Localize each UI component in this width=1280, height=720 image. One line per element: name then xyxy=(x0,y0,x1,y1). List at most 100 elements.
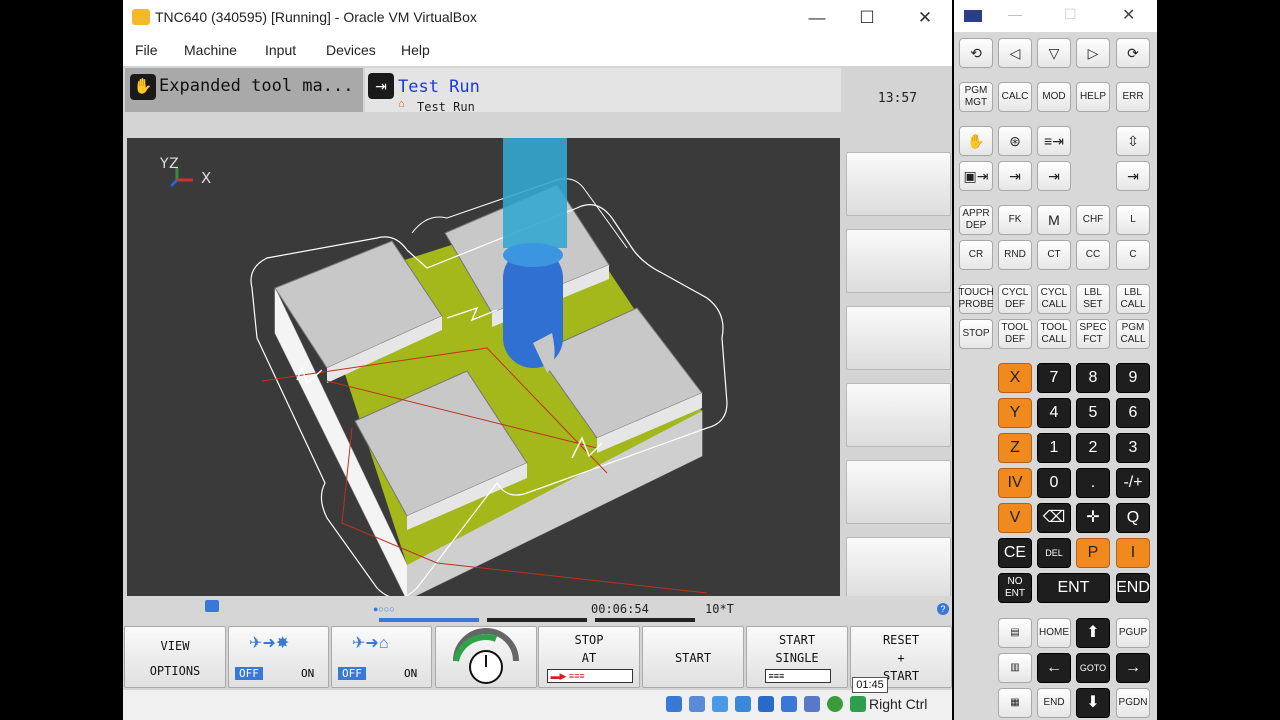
key-right[interactable]: ▷ xyxy=(1076,38,1110,68)
simulation-view[interactable]: Y Z X xyxy=(127,138,840,601)
display-icon[interactable] xyxy=(781,696,797,712)
key-pgm-mgt[interactable]: PGM MGT xyxy=(959,82,993,112)
mouse-integration-icon[interactable] xyxy=(850,696,866,712)
key-cycl-call[interactable]: CYCL CALL xyxy=(1037,284,1071,314)
key-axis-iv[interactable]: IV xyxy=(998,468,1032,498)
key-ce[interactable]: CE xyxy=(998,538,1032,568)
menu-help[interactable]: Help xyxy=(401,42,430,58)
key-up-arrow[interactable]: ⬆ xyxy=(1076,618,1110,648)
key-3[interactable]: 3 xyxy=(1116,433,1150,463)
key-screen-icon[interactable]: ▤ xyxy=(998,618,1032,648)
key-sign[interactable]: -/+ xyxy=(1116,468,1150,498)
key-stop[interactable]: STOP xyxy=(959,319,993,349)
key-ct[interactable]: CT xyxy=(1037,240,1071,270)
key-pgup[interactable]: PGUP xyxy=(1116,618,1150,648)
key-right-arrow[interactable]: → xyxy=(1116,653,1150,683)
key-programming-icon[interactable]: ⇳ xyxy=(1116,126,1150,156)
key-decimal[interactable]: . xyxy=(1076,468,1110,498)
key-spec-fct[interactable]: SPEC FCT xyxy=(1076,319,1110,349)
key-m[interactable]: M xyxy=(1037,205,1071,235)
softkey-start-single[interactable]: START SINGLE ≡≡≡ xyxy=(746,626,848,688)
key-q[interactable]: Q xyxy=(1116,503,1150,533)
key-axis-y[interactable]: Y xyxy=(998,398,1032,428)
softkey-tool-toggle[interactable]: ✈➜✸ OFF ON xyxy=(228,626,329,688)
menu-machine[interactable]: Machine xyxy=(184,42,237,58)
keypad-close-button[interactable]: ✕ xyxy=(1122,5,1135,25)
key-rotate-right[interactable]: ⟳ xyxy=(1116,38,1150,68)
network-icon[interactable] xyxy=(666,696,682,712)
key-cr[interactable]: CR xyxy=(959,240,993,270)
key-left[interactable]: ◁ xyxy=(998,38,1032,68)
help-icon[interactable]: ? xyxy=(937,603,949,615)
optical-drive-icon[interactable] xyxy=(689,696,705,712)
key-i[interactable]: I xyxy=(1116,538,1150,568)
key-down-arrow[interactable]: ⬇ xyxy=(1076,688,1110,718)
key-handwheel-icon[interactable]: ⊛ xyxy=(998,126,1032,156)
key-2[interactable]: 2 xyxy=(1076,433,1110,463)
cpu-icon[interactable] xyxy=(827,696,843,712)
edit-icon[interactable] xyxy=(712,696,728,712)
vertical-softkey-1[interactable] xyxy=(846,152,951,216)
vertical-softkey-4[interactable] xyxy=(846,383,951,447)
vertical-softkey-5[interactable] xyxy=(846,460,951,524)
minimize-button[interactable]: — xyxy=(803,6,831,30)
key-program-run-icon[interactable]: ⇥ xyxy=(1116,161,1150,191)
key-calc[interactable]: CALC xyxy=(998,82,1032,112)
key-goto[interactable]: GOTO xyxy=(1076,653,1110,683)
key-ent[interactable]: ENT xyxy=(1037,573,1110,603)
key-layout-icon[interactable]: ▦ xyxy=(998,688,1032,718)
key-axis-x[interactable]: X xyxy=(998,363,1032,393)
key-7[interactable]: 7 xyxy=(1037,363,1071,393)
key-rotate-left[interactable]: ⟲ xyxy=(959,38,993,68)
key-manual-icon[interactable]: ✋ xyxy=(959,126,993,156)
key-down[interactable]: ▽ xyxy=(1037,38,1071,68)
key-touch-probe[interactable]: TOUCH PROBE xyxy=(958,284,994,314)
machine-mode-tab[interactable]: ✋ Expanded tool ma... xyxy=(125,68,363,112)
key-home[interactable]: HOME xyxy=(1037,618,1071,648)
key-tool-def[interactable]: TOOL DEF xyxy=(998,319,1032,349)
key-mdi-icon[interactable]: ▣⇥ xyxy=(959,161,993,191)
key-test-run-icon[interactable]: ⇥ xyxy=(1037,161,1071,191)
close-button[interactable]: ✕ xyxy=(911,6,939,30)
key-4[interactable]: 4 xyxy=(1037,398,1071,428)
key-1[interactable]: 1 xyxy=(1037,433,1071,463)
menu-file[interactable]: File xyxy=(135,42,158,58)
key-split-screen-icon[interactable]: ▥ xyxy=(998,653,1032,683)
recording-icon[interactable] xyxy=(804,696,820,712)
backspace-icon[interactable]: ⌫ xyxy=(1037,503,1071,533)
key-5[interactable]: 5 xyxy=(1076,398,1110,428)
key-no-ent[interactable]: NO ENT xyxy=(998,573,1032,603)
key-l[interactable]: L xyxy=(1116,205,1150,235)
key-9[interactable]: 9 xyxy=(1116,363,1150,393)
program-mode-tab[interactable]: ⇥ Test Run ⌂ Test Run xyxy=(365,68,841,114)
vertical-softkey-2[interactable] xyxy=(846,229,951,293)
key-axis-v[interactable]: V xyxy=(998,503,1032,533)
key-lbl-call[interactable]: LBL CALL xyxy=(1116,284,1150,314)
key-end[interactable]: END xyxy=(1116,573,1150,603)
menu-input[interactable]: Input xyxy=(265,42,296,58)
key-chf[interactable]: CHF xyxy=(1076,205,1110,235)
key-appr-dep[interactable]: APPR DEP xyxy=(959,205,993,235)
softkey-view-options[interactable]: VIEW OPTIONS xyxy=(124,626,226,688)
key-fk[interactable]: FK xyxy=(998,205,1032,235)
key-c[interactable]: C xyxy=(1116,240,1150,270)
key-0[interactable]: 0 xyxy=(1037,468,1071,498)
key-single-block-icon[interactable]: ≡⇥ xyxy=(1037,126,1071,156)
key-6[interactable]: 6 xyxy=(1116,398,1150,428)
key-full-sequence-icon[interactable]: ⇥ xyxy=(998,161,1032,191)
key-p[interactable]: P xyxy=(1076,538,1110,568)
key-mod[interactable]: MOD xyxy=(1037,82,1071,112)
softkey-machine-toggle[interactable]: ✈➜⌂ OFF ON xyxy=(331,626,432,688)
key-err[interactable]: ERR xyxy=(1116,82,1150,112)
shared-folder-icon[interactable] xyxy=(758,696,774,712)
key-pgdn[interactable]: PGDN xyxy=(1116,688,1150,718)
menu-devices[interactable]: Devices xyxy=(326,42,376,58)
softkey-speed-dial[interactable] xyxy=(435,626,537,688)
vertical-softkey-6[interactable] xyxy=(846,537,951,601)
vertical-softkey-3[interactable] xyxy=(846,306,951,370)
key-left-arrow[interactable]: ← xyxy=(1037,653,1071,683)
key-help[interactable]: HELP xyxy=(1076,82,1110,112)
maximize-button[interactable]: ☐ xyxy=(853,6,881,30)
key-tool-call[interactable]: TOOL CALL xyxy=(1037,319,1071,349)
key-axis-z[interactable]: Z xyxy=(998,433,1032,463)
